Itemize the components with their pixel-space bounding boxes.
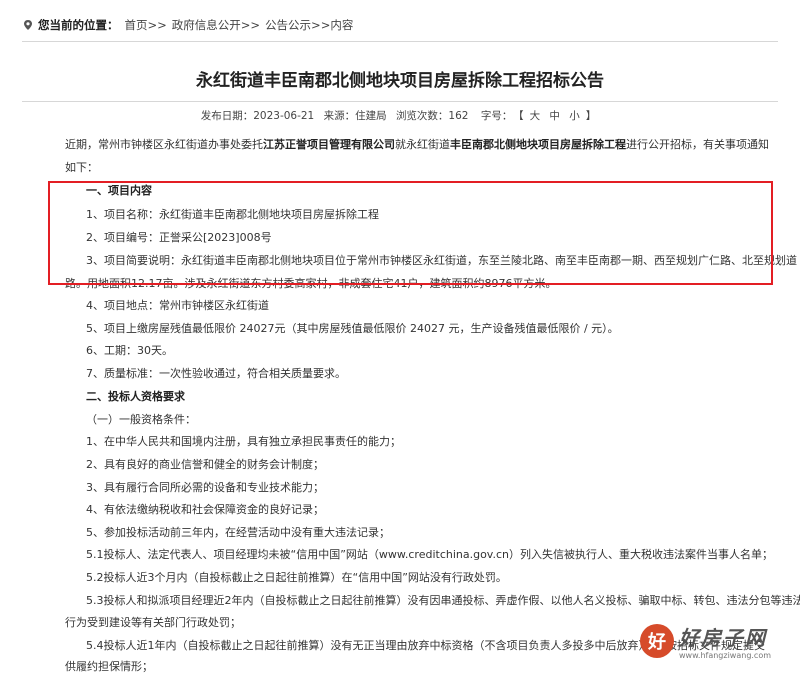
section-heading-qualifications: 二、投标人资格要求 bbox=[86, 390, 185, 403]
intro-text-1: 近期，常州市钟楼区永红街道办事处委托 bbox=[65, 138, 263, 151]
location-pin-icon bbox=[24, 20, 32, 30]
article-line: 行为受到建设等有关部门行政处罚； bbox=[65, 616, 241, 629]
intro-company: 江苏正誉项目管理有限公司 bbox=[263, 138, 395, 151]
article-line: 1、在中华人民共和国境内注册，具有独立承担民事责任的能力； bbox=[86, 435, 401, 448]
article-line: 5.2投标人近3个月内（自投标截止之日起往前推算）在“信用中国”网站没有行政处罚… bbox=[86, 571, 507, 584]
font-size-label: 字号： bbox=[480, 110, 513, 122]
article-line: 供履约担保情形； bbox=[65, 660, 153, 673]
article-line: 4、项目地点：常州市钟楼区永红街道 bbox=[86, 299, 269, 312]
article-line: 5、项目上缴房屋残值最低限价 24027元（其中房屋残值最低限价 24027 元… bbox=[86, 322, 619, 335]
publish-date: 发布日期：2023-06-21 bbox=[200, 110, 315, 122]
breadcrumb-label: 您当前的位置： bbox=[38, 18, 119, 32]
font-size-bracket-close: 】 bbox=[585, 110, 597, 122]
article-source: 来源：住建局 bbox=[323, 110, 387, 122]
breadcrumb-gov-info-link[interactable]: 政府信息公开>> bbox=[172, 17, 260, 33]
article-line: 6、工期：30天。 bbox=[86, 344, 173, 357]
font-size-bracket-open: 【 bbox=[518, 110, 524, 122]
article-line: 5.1投标人、法定代表人、项目经理均未被“信用中国”网站（www.creditc… bbox=[86, 548, 773, 561]
intro-text-2: 就永红街道 bbox=[395, 138, 450, 151]
article-line: 4、有依法缴纳税收和社会保障资金的良好记录； bbox=[86, 503, 324, 516]
intro-project: 丰臣南郡北侧地块项目房屋拆除工程 bbox=[450, 138, 626, 151]
watermark-logo-icon: 好 bbox=[640, 624, 674, 658]
article-line: 5.3投标人和拟派项目经理近2年内（自投标截止之日起往前推算）没有因串通投标、弄… bbox=[86, 594, 800, 607]
article-line: 7、质量标准：一次性验收通过，符合相关质量要求。 bbox=[86, 367, 346, 380]
watermark: 好 好房子网 www.hfangziwang.com bbox=[640, 618, 792, 664]
font-size-control: 字号： 【大 中 小】 bbox=[478, 110, 599, 122]
intro-paragraph: 近期，常州市钟楼区永红街道办事处委托江苏正誉项目管理有限公司就永红街道丰臣南郡北… bbox=[65, 133, 775, 179]
watermark-text: 好房子网 bbox=[679, 626, 767, 650]
article-line: 5、参加投标活动前三年内，在经营活动中没有重大违法记录； bbox=[86, 526, 390, 539]
font-size-large-button[interactable]: 大 bbox=[530, 110, 541, 122]
breadcrumb: 您当前的位置： 首页>> 政府信息公开>> 公告公示>>内容 bbox=[22, 17, 353, 33]
article-line: 2、具有良好的商业信誉和健全的财务会计制度； bbox=[86, 458, 324, 471]
breadcrumb-announcement-link[interactable]: 公告公示>>内容 bbox=[265, 17, 353, 33]
highlight-box bbox=[48, 181, 773, 285]
title-divider bbox=[22, 101, 778, 102]
font-size-medium-button[interactable]: 中 bbox=[549, 110, 560, 122]
article-line: （一）一般资格条件： bbox=[86, 413, 196, 426]
font-size-small-button[interactable]: 小 bbox=[569, 110, 580, 122]
article-meta: 发布日期：2023-06-21 来源：住建局 浏览次数：162 字号： 【大 中 … bbox=[0, 108, 800, 123]
breadcrumb-home-link[interactable]: 首页>> bbox=[125, 17, 167, 33]
article-line: 3、具有履行合同所必需的设备和专业技术能力； bbox=[86, 481, 324, 494]
article-intro: 近期，常州市钟楼区永红街道办事处委托江苏正誉项目管理有限公司就永红街道丰臣南郡北… bbox=[65, 133, 775, 179]
watermark-url: www.hfangziwang.com bbox=[679, 651, 772, 660]
view-count: 浏览次数：162 bbox=[395, 110, 469, 122]
page-title: 永红街道丰臣南郡北侧地块项目房屋拆除工程招标公告 bbox=[196, 71, 604, 91]
breadcrumb-divider bbox=[22, 41, 778, 42]
